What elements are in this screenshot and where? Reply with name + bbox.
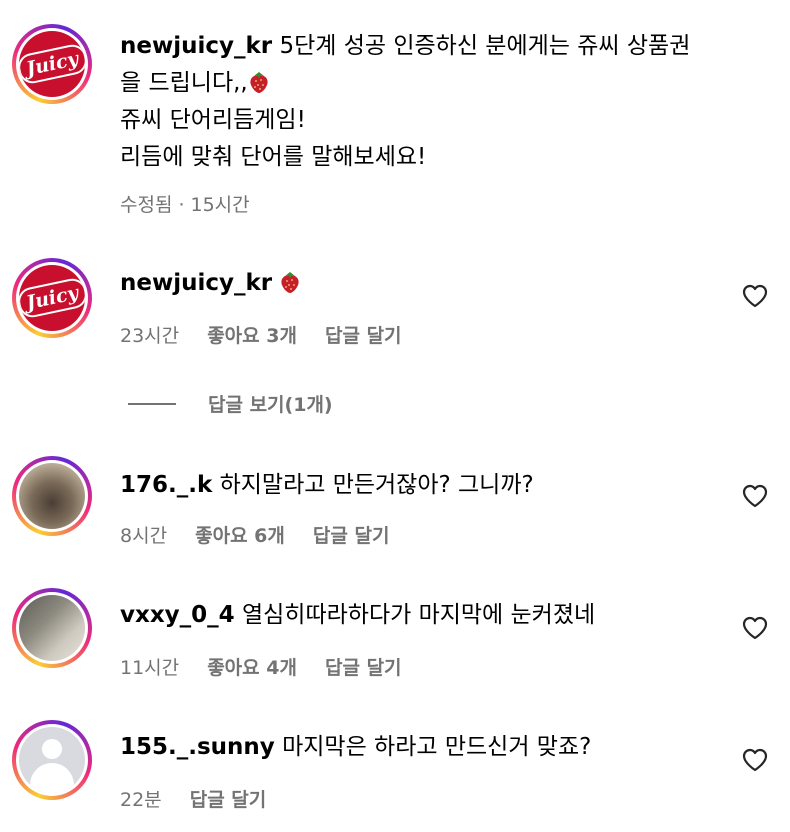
reply-button[interactable]: 답글 달기: [190, 789, 267, 811]
comment-text: 155._.sunny 마지막은 하라고 만드신거 맞죠?: [120, 734, 592, 760]
comment-meta: 22분 답글 달기: [120, 785, 288, 812]
timestamp: 11시간: [120, 657, 180, 679]
comment-meta: 8시간 좋아요 6개 답글 달기: [120, 521, 411, 548]
username[interactable]: newjuicy_kr: [120, 33, 272, 59]
reply-button[interactable]: 답글 달기: [325, 325, 402, 347]
strawberry-emoji: [281, 272, 300, 293]
avatar[interactable]: [12, 588, 92, 668]
timestamp: 15시간: [190, 194, 250, 216]
comment-text: newjuicy_kr 5단계 성공 인증하신 분에게는 쥬씨 상품권 을 드립…: [120, 33, 691, 170]
avatar[interactable]: Juicy: [12, 24, 92, 104]
comment-meta: 수정됨 · 15시간: [120, 194, 250, 216]
avatar[interactable]: [12, 456, 92, 536]
likes-count[interactable]: 좋아요 6개: [195, 525, 285, 547]
username[interactable]: vxxy_0_4: [120, 602, 235, 628]
view-replies-button[interactable]: 답글 보기(1개): [208, 390, 333, 417]
strawberry-emoji: [250, 72, 268, 93]
comment-meta: 11시간 좋아요 4개 답글 달기: [120, 653, 424, 680]
reply-button[interactable]: 답글 달기: [313, 525, 390, 547]
comment-meta: 23시간 좋아요 3개 답글 달기: [120, 321, 424, 348]
reply-button[interactable]: 답글 달기: [325, 657, 402, 679]
avatar[interactable]: Juicy: [12, 258, 92, 338]
edited-label: 수정됨: [120, 194, 173, 216]
avatar[interactable]: [12, 720, 92, 800]
comment-text: vxxy_0_4 열심히따라하다가 마지막에 눈커졌네: [120, 602, 596, 628]
timestamp: 8시간: [120, 525, 168, 547]
default-avatar-icon: [19, 727, 85, 793]
profile-photo: [19, 595, 85, 661]
heart-icon[interactable]: [742, 484, 768, 508]
juicy-logo: Juicy: [19, 265, 85, 331]
likes-count[interactable]: 좋아요 3개: [207, 325, 297, 347]
heart-icon[interactable]: [742, 748, 768, 772]
replies-divider: [128, 403, 176, 405]
username[interactable]: 155._.sunny: [120, 734, 275, 760]
heart-icon[interactable]: [742, 616, 768, 640]
timestamp: 22분: [120, 789, 162, 811]
comment-text: newjuicy_kr: [120, 265, 760, 302]
juicy-logo: Juicy: [19, 31, 85, 97]
heart-icon[interactable]: [742, 284, 768, 308]
comment-text: 176._.k 하지말라고 만든거잖아? 그니까?: [120, 472, 534, 498]
likes-count[interactable]: 좋아요 4개: [207, 657, 297, 679]
profile-photo: [19, 463, 85, 529]
timestamp: 23시간: [120, 325, 180, 347]
username[interactable]: newjuicy_kr: [120, 270, 272, 296]
username[interactable]: 176._.k: [120, 472, 212, 498]
